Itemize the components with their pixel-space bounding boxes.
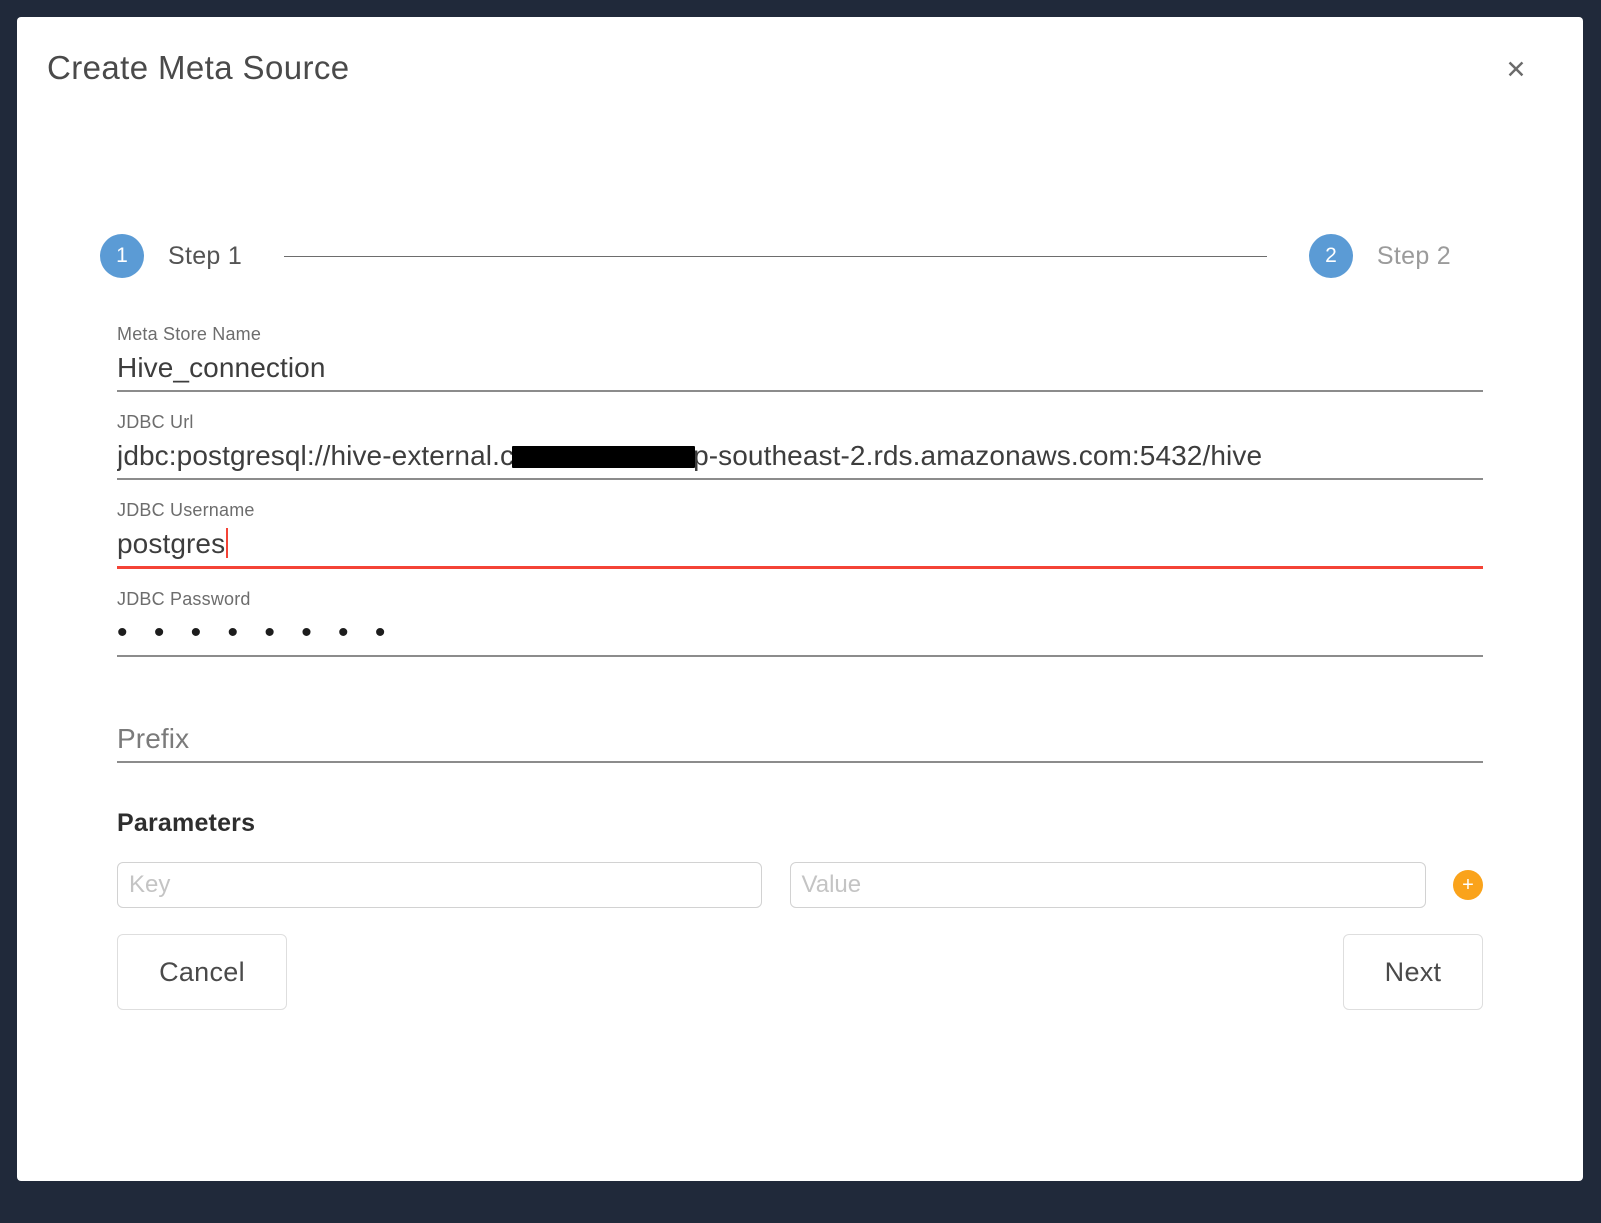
- step-2[interactable]: 2 Step 2: [1308, 234, 1451, 278]
- meta-store-name-input[interactable]: Hive_connection: [117, 346, 1483, 390]
- field-meta-store-name: Meta Store Name Hive_connection: [117, 322, 1483, 392]
- redaction-bar: [512, 446, 696, 468]
- jdbc-password-underline: [117, 655, 1483, 657]
- jdbc-url-suffix-text: p-southeast-2.rds.amazonaws.com:5432/hiv…: [693, 440, 1263, 471]
- jdbc-username-underline: [117, 566, 1483, 569]
- parameter-value-input[interactable]: Value: [789, 862, 1426, 908]
- field-jdbc-password: JDBC Password • • • • • • • •: [117, 587, 1483, 657]
- step-1[interactable]: 1 Step 1: [100, 234, 242, 278]
- jdbc-password-label: JDBC Password: [117, 589, 251, 609]
- meta-store-name-label: Meta Store Name: [117, 324, 262, 344]
- step-1-label: Step 1: [168, 241, 243, 270]
- create-meta-source-dialog: Create Meta Source ✕ 1 Step 1 2 Step 2 M…: [17, 17, 1583, 1181]
- meta-source-form: Meta Store Name Hive_connection JDBC Url…: [117, 322, 1483, 1010]
- form-spacer: [117, 675, 1483, 717]
- text-caret: [226, 528, 229, 558]
- jdbc-username-label: JDBC Username: [117, 500, 255, 520]
- dialog-footer: Cancel Next: [117, 934, 1483, 1010]
- stepper-connector: [284, 255, 1267, 257]
- jdbc-password-input[interactable]: • • • • • • • •: [117, 611, 1483, 655]
- plus-icon: +: [1462, 874, 1474, 896]
- step-2-circle: 2: [1308, 234, 1353, 278]
- parameter-row: Key Value +: [117, 862, 1483, 908]
- step-1-circle: 1: [100, 234, 144, 278]
- prefix-underline: [117, 761, 1483, 763]
- page-title: Create Meta Source: [47, 49, 350, 86]
- jdbc-url-underline: [117, 478, 1483, 480]
- next-button[interactable]: Next: [1343, 934, 1483, 1010]
- prefix-input[interactable]: Prefix: [117, 717, 1483, 761]
- field-jdbc-username: JDBC Username postgres: [117, 498, 1483, 569]
- step-2-label: Step 2: [1376, 241, 1451, 270]
- field-jdbc-url: JDBC Url jdbc:postgresql://hive-external…: [117, 410, 1483, 480]
- jdbc-url-label: JDBC Url: [117, 412, 194, 432]
- close-icon[interactable]: ✕: [1501, 55, 1531, 85]
- jdbc-username-text: postgres: [117, 528, 226, 559]
- meta-store-name-underline: [117, 390, 1483, 392]
- jdbc-url-input[interactable]: jdbc:postgresql://hive-external.c p-south…: [117, 434, 1483, 478]
- jdbc-url-prefix-text: jdbc:postgresql://hive-external.c: [117, 440, 515, 471]
- stepper: 1 Step 1 2 Step 2: [100, 216, 1451, 296]
- cancel-button[interactable]: Cancel: [117, 934, 287, 1010]
- parameters-heading: Parameters: [117, 809, 256, 837]
- jdbc-username-input[interactable]: postgres: [117, 522, 1483, 566]
- parameter-key-input[interactable]: Key: [117, 862, 762, 908]
- field-prefix: Prefix: [117, 717, 1483, 763]
- add-parameter-button[interactable]: +: [1453, 870, 1483, 900]
